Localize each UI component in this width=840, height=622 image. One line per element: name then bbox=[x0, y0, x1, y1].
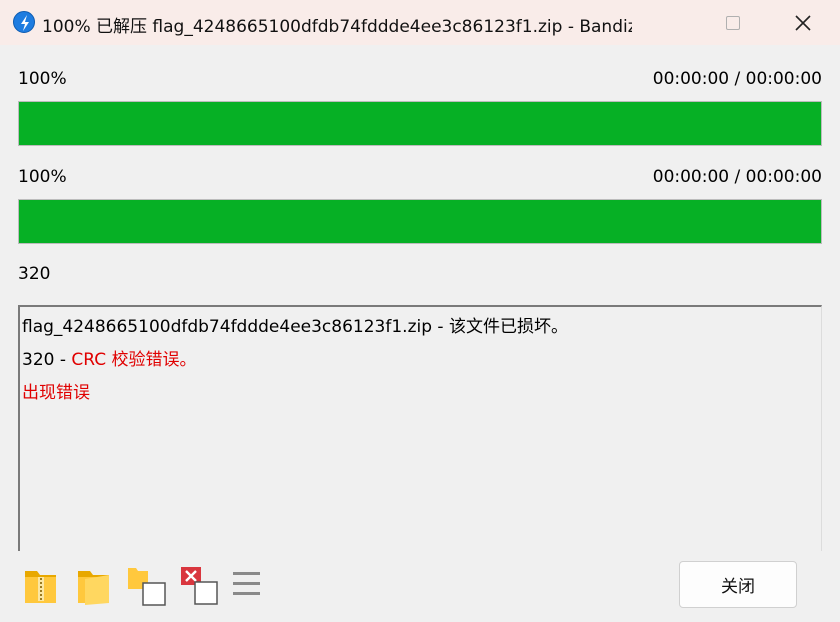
log-line-crc-message: CRC 校验错误。 bbox=[71, 350, 197, 370]
log-line-archive-damaged: flag_4248665100dfdb74fddde4ee3c86123f1.z… bbox=[22, 317, 568, 337]
file-progress-fill bbox=[19, 200, 821, 243]
overall-progress-fill bbox=[19, 102, 821, 145]
file-percent-label: 100% bbox=[18, 167, 67, 187]
copy-icon[interactable] bbox=[126, 565, 166, 607]
file-time-label: 00:00:00 / 00:00:00 bbox=[652, 167, 822, 187]
overall-percent-label: 100% bbox=[18, 69, 67, 89]
log-panel[interactable]: flag_4248665100dfdb74fddde4ee3c86123f1.z… bbox=[18, 305, 822, 551]
bandizip-logo-icon bbox=[13, 11, 35, 33]
open-folder-icon[interactable] bbox=[75, 565, 113, 607]
menu-icon[interactable] bbox=[230, 565, 268, 607]
overall-time-label: 00:00:00 / 00:00:00 bbox=[652, 69, 822, 89]
file-progress-bar bbox=[18, 199, 822, 244]
maximize-icon[interactable] bbox=[710, 0, 756, 45]
title-bar: 100% 已解压 flag_4248665100dfdb74fddde4ee3c… bbox=[0, 0, 840, 45]
delete-file-icon[interactable] bbox=[179, 565, 218, 607]
close-button[interactable]: 关闭 bbox=[679, 561, 797, 608]
overall-progress-bar bbox=[18, 101, 822, 146]
current-file-label: 320 bbox=[18, 264, 51, 284]
close-icon[interactable] bbox=[780, 0, 826, 45]
log-line-crc-error: 320 - CRC 校验错误。 bbox=[22, 346, 821, 379]
open-archive-folder-icon[interactable] bbox=[22, 565, 60, 607]
log-line-error-occurred: 出现错误 bbox=[22, 383, 90, 403]
window-title: 100% 已解压 flag_4248665100dfdb74fddde4ee3c… bbox=[42, 17, 632, 37]
minimize-icon[interactable] bbox=[660, 0, 706, 45]
log-line-crc-prefix: 320 - bbox=[22, 350, 72, 370]
